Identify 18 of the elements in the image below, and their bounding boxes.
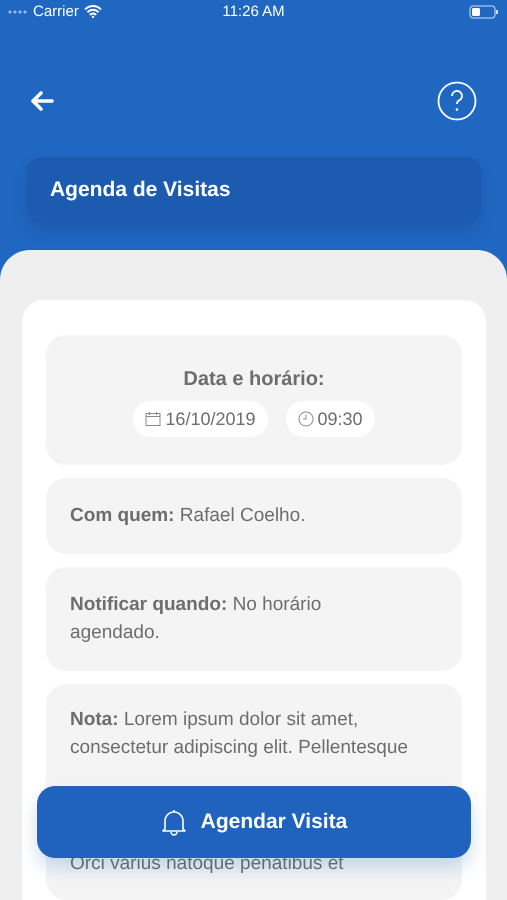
detail-text: Com quem: Rafael Coelho. (70, 504, 306, 528)
schedule-label: Data e horário: (183, 367, 325, 392)
time-chip: 09:30 (286, 401, 375, 437)
bell-icon (160, 808, 187, 836)
date-chip: 16/10/2019 (133, 401, 268, 437)
schedule-visit-button[interactable]: Agendar Visita (37, 786, 471, 858)
detail-text: Notificar quando: No horário agendado. (70, 593, 322, 645)
carrier-name: Carrier (33, 3, 79, 20)
battery-icon (468, 4, 499, 19)
status-time: 11:26 AM (222, 3, 285, 20)
back-arrow-icon[interactable] (30, 90, 54, 111)
note-text: Nota: Lorem ipsum dolor sit amet, consectetur adipiscing elit. Pellentesque (70, 708, 409, 760)
calendar-icon (145, 411, 162, 427)
help-icon[interactable] (437, 80, 477, 121)
clock-icon (298, 411, 314, 427)
signal-icon (8, 10, 28, 14)
page-title: Agenda de Visitas (26, 157, 482, 223)
wifi-icon (84, 5, 102, 18)
